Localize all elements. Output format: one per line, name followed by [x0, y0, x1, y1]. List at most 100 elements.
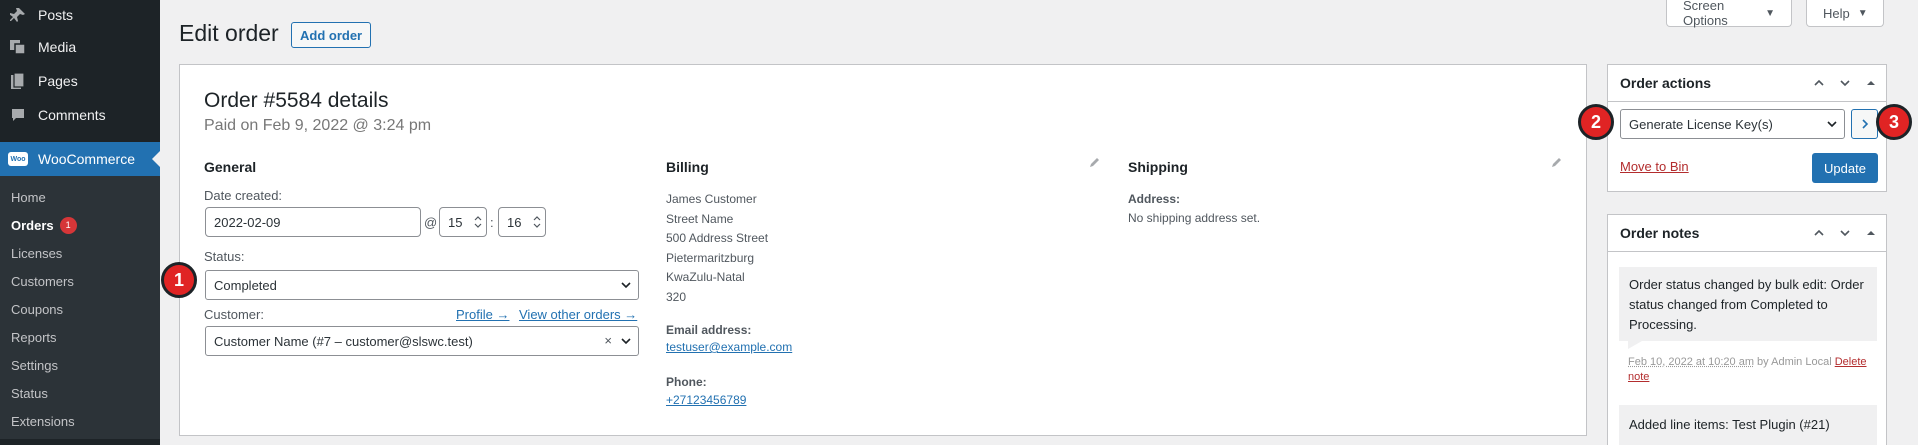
menu-comments[interactable]: Comments — [0, 98, 160, 132]
date-created-input[interactable]: 2022-02-09 — [205, 207, 421, 237]
toggle-panel-icon[interactable] — [1864, 226, 1878, 240]
move-down-icon[interactable] — [1838, 76, 1852, 90]
general-title: General — [204, 159, 256, 175]
date-created-label: Date created: — [204, 188, 282, 203]
move-up-icon[interactable] — [1812, 226, 1826, 240]
move-up-icon[interactable] — [1812, 76, 1826, 90]
add-order-button[interactable]: Add order — [291, 22, 371, 48]
order-notes-header: Order notes — [1608, 215, 1886, 252]
order-actions-box: Order actions Generate License Key(s) Mo… — [1607, 64, 1887, 192]
update-button[interactable]: Update — [1812, 153, 1878, 183]
note-timestamp: Feb 10, 2022 at 10:20 am — [1628, 356, 1754, 368]
edit-billing-pencil-icon[interactable] — [1088, 157, 1100, 169]
submenu-customers-label: Customers — [11, 274, 74, 289]
move-to-bin-link[interactable]: Move to Bin — [1620, 159, 1689, 174]
caret-down-icon: ▼ — [1765, 8, 1775, 19]
shipping-address-label: Address: — [1128, 192, 1180, 206]
email-link[interactable]: testuser@example.com — [666, 340, 792, 354]
order-heading: Order #5584 details — [204, 89, 388, 113]
submenu-reports[interactable]: Reports — [0, 323, 160, 351]
minute-value: 16 — [507, 215, 529, 230]
menu-comments-label: Comments — [38, 107, 106, 123]
submenu-home[interactable]: Home — [0, 183, 160, 211]
edit-shipping-pencil-icon[interactable] — [1550, 157, 1562, 169]
pages-icon — [8, 71, 28, 91]
submenu-coupons[interactable]: Coupons — [0, 295, 160, 323]
status-select[interactable]: Completed — [205, 270, 639, 300]
menu-woocommerce-label: WooCommerce — [38, 151, 135, 167]
submenu-orders[interactable]: Orders 1 — [0, 211, 160, 239]
chevron-down-icon — [620, 279, 632, 291]
hour-value: 15 — [448, 215, 470, 230]
phone-link[interactable]: +27123456789 — [666, 393, 746, 407]
submenu-reports-label: Reports — [11, 330, 57, 345]
billing-title: Billing — [666, 159, 709, 175]
menu-media-label: Media — [38, 39, 76, 55]
woocommerce-logo-icon: Woo — [8, 152, 28, 166]
caret-down-icon: ▼ — [1858, 8, 1868, 19]
profile-link[interactable]: Profile → — [456, 307, 509, 322]
chevron-down-icon — [620, 335, 632, 347]
billing-address-line: 320 — [666, 288, 768, 308]
spinner-icon — [532, 214, 542, 230]
submenu-coupons-label: Coupons — [11, 302, 63, 317]
order-note: Added line items: Test Plugin (#21) — [1619, 405, 1877, 445]
phone-label: Phone: — [666, 375, 707, 389]
woocommerce-submenu: Home Orders 1 Licenses Customers Coupons … — [0, 176, 160, 439]
status-label: Status: — [204, 249, 244, 264]
customer-select[interactable]: Customer Name (#7 – customer@slswc.test)… — [205, 326, 639, 356]
screen-options-label: Screen Options — [1683, 0, 1757, 28]
email-address-label: Email address: — [666, 323, 751, 337]
order-data-panel: Order #5584 details Paid on Feb 9, 2022 … — [179, 64, 1587, 436]
menu-posts[interactable]: Posts — [0, 0, 160, 30]
admin-sidebar: Posts Media Pages Comments Woo WooCommer… — [0, 0, 160, 445]
order-actions-header: Order actions — [1608, 65, 1886, 102]
chevron-right-icon — [1860, 119, 1870, 129]
billing-address: James Customer Street Name 500 Address S… — [666, 190, 768, 307]
box-controls — [1812, 226, 1878, 240]
no-shipping-address: No shipping address set. — [1128, 209, 1260, 229]
order-notes-title: Order notes — [1620, 225, 1699, 241]
submenu-status[interactable]: Status — [0, 379, 160, 407]
spinner-icon — [473, 214, 483, 230]
page-title: Edit order — [179, 20, 279, 47]
submenu-settings-label: Settings — [11, 358, 58, 373]
customer-label: Customer: — [204, 307, 264, 322]
box-controls — [1812, 76, 1878, 90]
note-pointer-icon — [1628, 341, 1642, 349]
shipping-title: Shipping — [1128, 159, 1188, 175]
billing-address-line: James Customer — [666, 190, 768, 210]
billing-address-line: Pietermaritzburg — [666, 249, 768, 269]
menu-woocommerce[interactable]: Woo WooCommerce — [0, 142, 160, 176]
view-other-orders-link[interactable]: View other orders → — [519, 307, 637, 322]
order-action-value: Generate License Key(s) — [1629, 117, 1773, 132]
move-down-icon[interactable] — [1838, 226, 1852, 240]
order-notes-box: Order notes Order status changed by bulk… — [1607, 214, 1887, 445]
pin-icon — [8, 5, 28, 25]
toggle-panel-icon[interactable] — [1864, 76, 1878, 90]
apply-action-button[interactable] — [1851, 109, 1878, 139]
clear-icon[interactable]: × — [604, 333, 612, 348]
menu-media[interactable]: Media — [0, 30, 160, 64]
media-icon — [8, 37, 28, 57]
submenu-settings[interactable]: Settings — [0, 351, 160, 379]
order-action-select[interactable]: Generate License Key(s) — [1620, 109, 1845, 139]
menu-pages[interactable]: Pages — [0, 64, 160, 98]
submenu-licenses[interactable]: Licenses — [0, 239, 160, 267]
orders-count-badge: 1 — [60, 217, 77, 234]
order-note-meta: Feb 10, 2022 at 10:20 am by Admin Local … — [1628, 355, 1873, 385]
submenu-customers[interactable]: Customers — [0, 267, 160, 295]
comments-icon — [8, 105, 28, 125]
annotation-marker-3: 3 — [1876, 104, 1912, 140]
hour-input[interactable]: 15 — [439, 207, 487, 237]
help-button[interactable]: Help ▼ — [1806, 0, 1884, 27]
menu-pages-label: Pages — [38, 73, 78, 89]
submenu-extensions[interactable]: Extensions — [0, 407, 160, 435]
minute-input[interactable]: 16 — [498, 207, 546, 237]
billing-address-line: KwaZulu-Natal — [666, 268, 768, 288]
colon-label: : — [490, 215, 494, 230]
submenu-extensions-label: Extensions — [11, 414, 75, 429]
submenu-status-label: Status — [11, 386, 48, 401]
status-value: Completed — [214, 278, 277, 293]
screen-options-button[interactable]: Screen Options ▼ — [1666, 0, 1792, 27]
